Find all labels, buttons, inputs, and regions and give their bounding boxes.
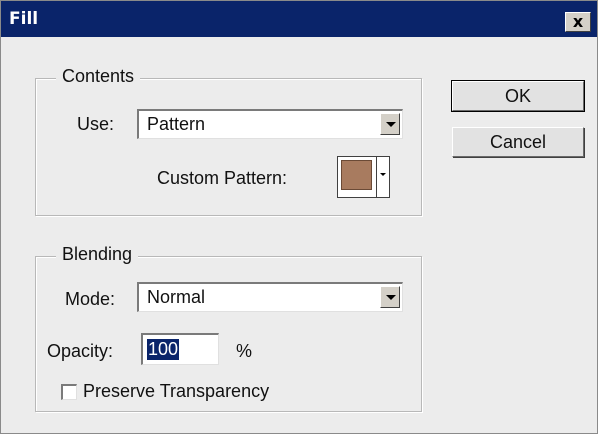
custom-pattern-picker[interactable] bbox=[337, 156, 390, 198]
ok-button[interactable]: OK bbox=[451, 80, 585, 112]
use-label: Use: bbox=[77, 114, 115, 134]
close-button[interactable]: x bbox=[565, 12, 591, 32]
mode-dropdown[interactable]: Normal bbox=[137, 282, 403, 312]
preserve-transparency-label[interactable]: Preserve Transparency bbox=[83, 381, 269, 402]
use-value: Pattern bbox=[147, 114, 206, 134]
opacity-unit: % bbox=[236, 341, 253, 361]
blending-legend: Blending bbox=[56, 244, 139, 265]
opacity-label: Opacity: bbox=[47, 341, 114, 361]
contents-legend: Contents bbox=[56, 66, 141, 87]
custom-pattern-label: Custom Pattern: bbox=[157, 168, 288, 188]
fill-dialog: Fill x Contents Use: Pattern Custom Patt… bbox=[0, 0, 598, 434]
pattern-dropdown-arrow-icon[interactable] bbox=[376, 157, 389, 197]
chevron-down-icon[interactable] bbox=[380, 113, 400, 135]
close-icon: x bbox=[572, 12, 584, 31]
mode-label: Mode: bbox=[65, 289, 116, 309]
use-dropdown[interactable]: Pattern bbox=[137, 109, 403, 139]
pattern-swatch bbox=[341, 160, 372, 190]
chevron-down-icon[interactable] bbox=[380, 286, 400, 308]
preserve-transparency-checkbox[interactable] bbox=[61, 384, 77, 400]
opacity-value: 100 bbox=[147, 339, 180, 360]
opacity-input[interactable]: 100 bbox=[141, 333, 219, 365]
title-bar: Fill x bbox=[1, 1, 597, 37]
mode-value: Normal bbox=[147, 287, 206, 307]
cancel-button[interactable]: Cancel bbox=[452, 127, 584, 157]
dialog-title: Fill bbox=[9, 9, 39, 29]
